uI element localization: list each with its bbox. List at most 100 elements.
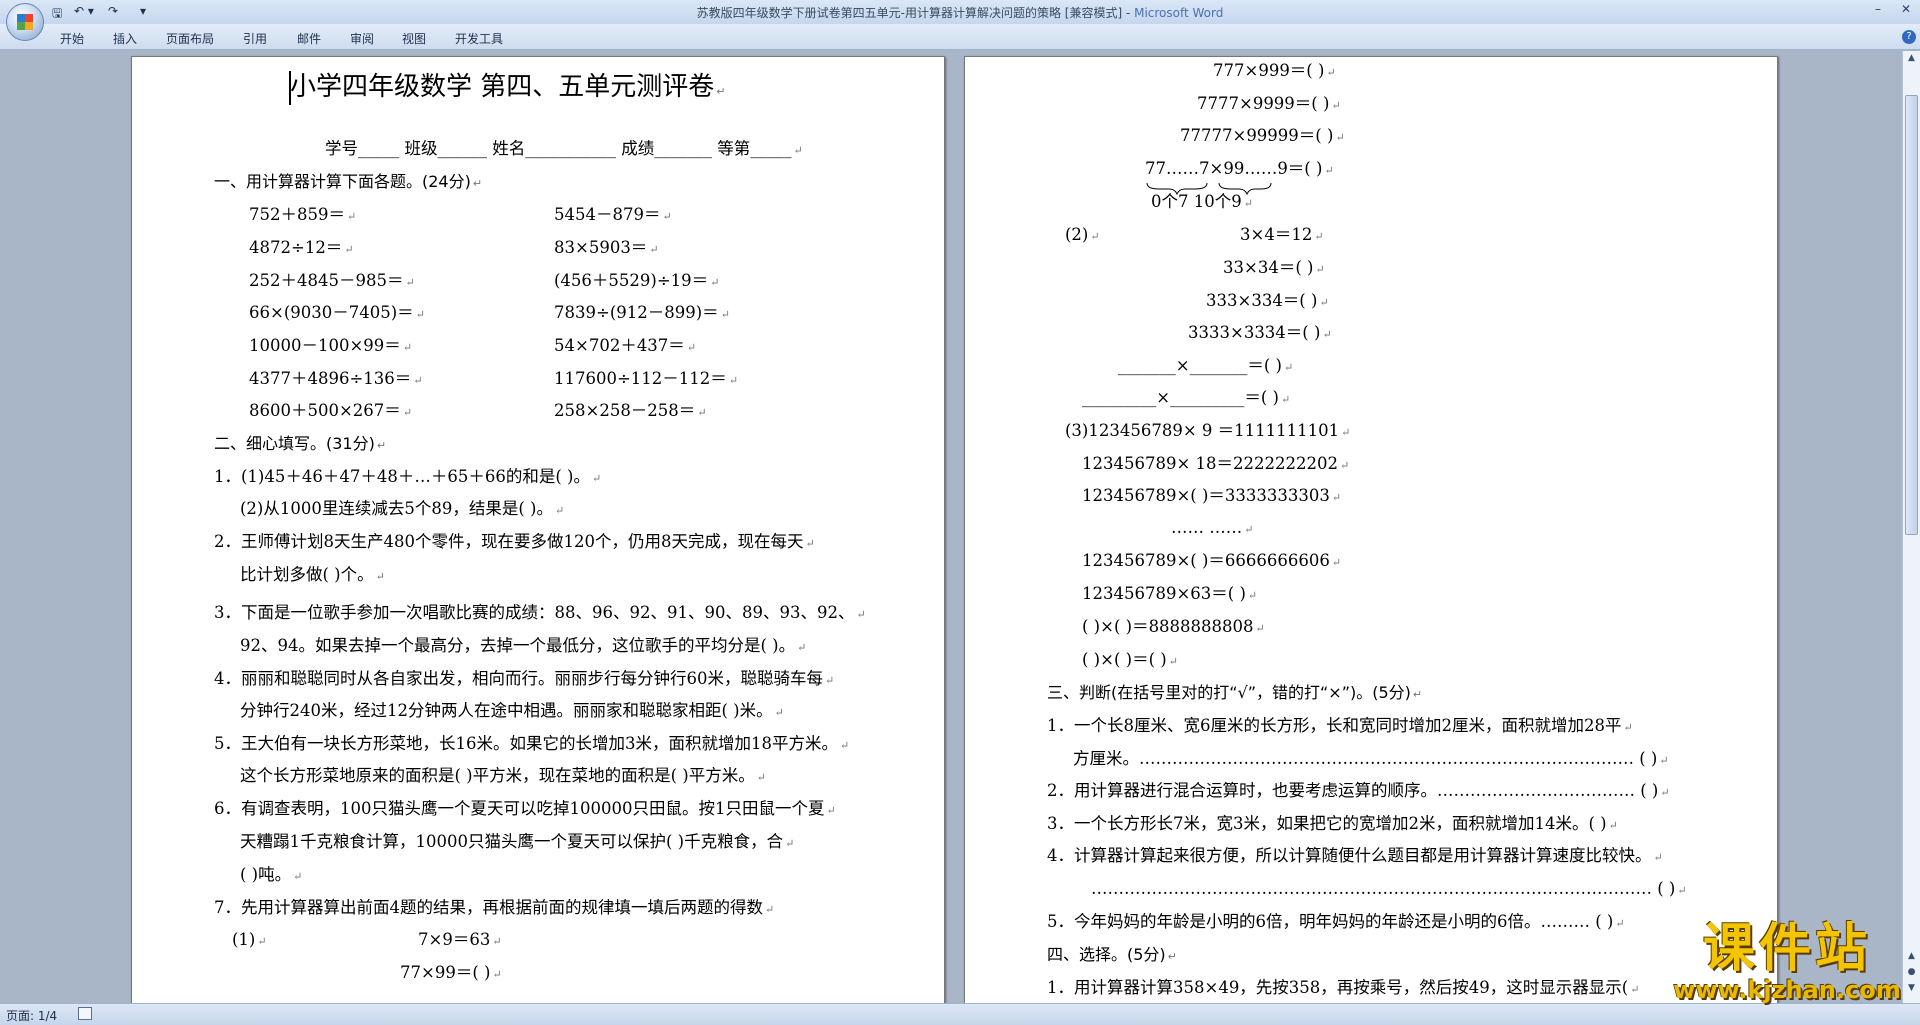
calc-item: 117600÷112－112＝ ↵ [554, 369, 739, 388]
office-logo-icon [17, 14, 33, 30]
watermark-url: www.kjzhan.com [1673, 976, 1901, 1004]
paragraph-mark-icon: ↵ [765, 903, 775, 916]
calc-item: 8600＋500×267＝ ↵ [249, 401, 413, 420]
paragraph-mark-icon: ↵ [720, 308, 730, 321]
page-2: 777×999＝( ) ↵ 7777×9999＝( ) ↵ 77777×99999＝… [964, 56, 1778, 1003]
pattern-line: 777×999＝( ) ↵ [1213, 61, 1336, 80]
app-name: Microsoft Word [1134, 6, 1224, 20]
pattern-line: _________×_________＝( ) ↵ [1082, 388, 1291, 407]
paragraph-mark-icon: ↵ [1630, 983, 1640, 996]
paragraph-mark-icon: ↵ [1247, 589, 1258, 602]
tab-view[interactable]: 视图 [402, 30, 426, 47]
question-line: 4．计算器计算起来很方便，所以计算随便什么题目都是用计算器计算速度比较快。 ↵ [1047, 846, 1663, 865]
paragraph-mark-icon: ↵ [1244, 523, 1254, 536]
tab-references[interactable]: 引用 [243, 30, 267, 47]
pattern-line: 7×9＝63 ↵ [418, 930, 502, 949]
ellipsis-line: …… …… ↵ [1171, 518, 1254, 537]
office-button[interactable] [6, 3, 44, 41]
question-line: 5．今年妈妈的年龄是小明的6倍，明年妈妈的年龄还是小明的6倍。……… ( ) ↵ [1047, 912, 1625, 931]
tab-page-layout[interactable]: 页面布局 [166, 30, 214, 47]
paragraph-mark-icon: ↵ [376, 439, 387, 452]
pattern-line: ( )×( )＝( ) ↵ [1082, 650, 1178, 669]
pattern-line: 3333×3334＝( ) ↵ [1188, 323, 1332, 342]
paragraph-mark-icon: ↵ [1331, 99, 1341, 112]
question-line: 1．用计算器计算358×49，先按358，再按乘号，然后按49，这时显示器显示(… [1047, 978, 1640, 997]
proofing-icon[interactable] [78, 1007, 92, 1020]
question-line: 分钟行240米，经过12分钟两人在途中相遇。丽丽家和聪聪家相距( )米。 ↵ [240, 701, 784, 720]
question-line: 方厘米。……………………………………………………………………………… ( ) ↵ [1073, 749, 1669, 768]
scroll-up-icon[interactable]: ▲ [1905, 53, 1918, 67]
tab-mailings[interactable]: 邮件 [297, 30, 321, 47]
paragraph-mark-icon: ↵ [1090, 230, 1100, 243]
calc-item: 4872÷12＝ ↵ [249, 238, 354, 257]
calc-item: 54×702＋437＝ ↵ [554, 336, 697, 355]
paragraph-mark-icon: ↵ [856, 608, 866, 621]
question-line: (2)从1000里连续减去5个89，结果是( )。 ↵ [240, 499, 565, 518]
paragraph-mark-icon: ↵ [492, 935, 502, 948]
question-line: 比计划多做( )个。 ↵ [240, 565, 385, 584]
pattern-line: 333×334＝( ) ↵ [1206, 291, 1329, 310]
paragraph-mark-icon: ↵ [492, 968, 502, 981]
paragraph-mark-icon: ↵ [686, 341, 697, 354]
section-1-heading: 一、用计算器计算下面各题。(24分) ↵ [214, 172, 483, 191]
paragraph-mark-icon: ↵ [662, 210, 672, 223]
vertical-scrollbar[interactable]: ▲ ▲ ● ▼ [1902, 51, 1920, 1003]
tab-home[interactable]: 开始 [60, 30, 84, 47]
paragraph-mark-icon: ↵ [1324, 164, 1334, 177]
tab-insert[interactable]: 插入 [113, 30, 137, 47]
paragraph-mark-icon: ↵ [1243, 197, 1253, 210]
paragraph-mark-icon: ↵ [785, 837, 795, 850]
paragraph-mark-icon: ↵ [710, 276, 720, 289]
section-4-heading: 四、选择。(5分) ↵ [1047, 945, 1177, 964]
paragraph-mark-icon: ↵ [697, 406, 707, 419]
paragraph-mark-icon: ↵ [1412, 688, 1423, 701]
tab-developer[interactable]: 开发工具 [455, 30, 503, 47]
paragraph-mark-icon: ↵ [1340, 459, 1350, 472]
page-indicator[interactable]: 页面: 1/4 [6, 1007, 57, 1024]
pattern-line: 123456789×( )＝3333333303 ↵ [1082, 486, 1342, 505]
paragraph-mark-icon: ↵ [1608, 819, 1618, 832]
paragraph-mark-icon: ↵ [402, 341, 413, 354]
paragraph-mark-icon: ↵ [793, 144, 803, 157]
paragraph-mark-icon: ↵ [591, 472, 602, 485]
calc-item: 66×(9030－7405)＝ ↵ [249, 303, 425, 322]
document-title: 苏教版四年级数学下册试卷第四五单元-用计算器计算解决问题的策略 [兼容模式] [696, 6, 1123, 20]
paragraph-mark-icon: ↵ [1283, 361, 1294, 374]
question-line: 92、94。如果去掉一个最高分，去掉一个最低分，这位歌手的平均分是( )。 ↵ [240, 636, 807, 655]
pattern-line: (3)123456789× 9 ＝1111111101 ↵ [1065, 421, 1351, 440]
paragraph-mark-icon: ↵ [1326, 66, 1336, 79]
paragraph-mark-icon: ↵ [1322, 328, 1332, 341]
sub-label: (2) ↵ [1065, 225, 1100, 244]
paragraph-mark-icon: ↵ [1653, 851, 1663, 864]
pattern-line: 123456789×63＝( ) ↵ [1082, 584, 1258, 603]
close-icon[interactable]: ✕ [1896, 2, 1916, 20]
paragraph-mark-icon: ↵ [1168, 655, 1178, 668]
question-line: 1．一个长8厘米、宽6厘米的长方形，长和宽同时增加2厘米，面积就增加28平 ↵ [1047, 716, 1633, 735]
pattern-line: 7777×9999＝( ) ↵ [1197, 94, 1341, 113]
paragraph-mark-icon: ↵ [1335, 131, 1345, 144]
question-line: 3．一个长方形长7米，宽3米，如果把它的宽增加2米，面积就增加14米。( ) ↵ [1047, 814, 1618, 833]
calc-item: (456＋5529)÷19＝ ↵ [554, 271, 720, 290]
paragraph-mark-icon: ↵ [1623, 721, 1633, 734]
paragraph-mark-icon: ↵ [1677, 884, 1687, 897]
paragraph-mark-icon: ↵ [1615, 917, 1625, 930]
calc-item: 252＋4845－985＝ ↵ [249, 271, 415, 290]
paragraph-mark-icon: ↵ [1341, 426, 1351, 439]
document-area[interactable]: 小学四年级数学 第四、五单元测评卷 ↵ 学号_____ 班级______ 姓名__… [0, 51, 1902, 1003]
window-title: 苏教版四年级数学下册试卷第四五单元-用计算器计算解决问题的策略 [兼容模式] -… [696, 6, 1224, 20]
watermark-logo: 课件站 www.kjzhan.com [1667, 920, 1907, 1002]
paragraph-mark-icon: ↵ [257, 935, 267, 948]
help-icon[interactable]: ? [1902, 30, 1916, 44]
calc-item: 83×5903＝ ↵ [554, 238, 659, 257]
paragraph-mark-icon: ↵ [1255, 622, 1265, 635]
pattern-line: _______×_______＝( ) ↵ [1118, 356, 1294, 375]
minimize-icon[interactable]: – [1868, 2, 1888, 20]
tab-review[interactable]: 审阅 [350, 30, 374, 47]
watermark-text: 课件站 [1702, 919, 1871, 979]
doc-title: 小学四年级数学 第四、五单元测评卷 ↵ [290, 72, 726, 102]
paragraph-mark-icon: ↵ [805, 537, 815, 550]
scroll-thumb[interactable] [1905, 95, 1918, 535]
paragraph-mark-icon: ↵ [716, 85, 726, 98]
paragraph-mark-icon: ↵ [1660, 786, 1670, 799]
paragraph-mark-icon: ↵ [413, 374, 423, 387]
